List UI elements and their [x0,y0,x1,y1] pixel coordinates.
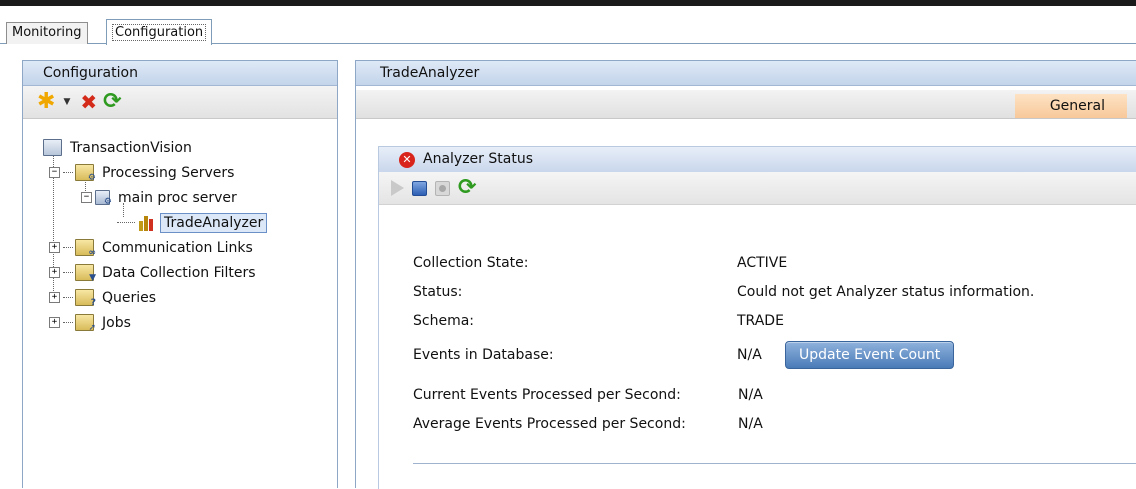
tab-monitoring-label: Monitoring [12,25,82,40]
tree-item-processing-servers[interactable]: − ⚙ Processing Servers [23,160,337,185]
schema-label: Schema: [413,313,475,329]
schema-value: TRADE [737,313,784,329]
tree-item-label: main proc server [118,189,237,206]
tree-connector [63,247,73,248]
stop-icon[interactable] [412,180,427,196]
analyzer-status-panel: ✕ Analyzer Status ⟳ Collection State: AC… [378,146,1136,489]
tree-item-label: Processing Servers [102,164,235,181]
tree-connector [63,172,73,173]
average-events-label: Average Events Processed per Second: [413,416,686,432]
tree-item-label: Queries [102,289,157,306]
server-icon: ⚙ [95,190,112,207]
error-icon: ✕ [399,151,415,168]
detail-panel-title: TradeAnalyzer [356,61,1136,86]
configuration-tree: TransactionVision − ⚙ Processing Servers… [23,119,337,335]
average-events-value: N/A [738,416,763,432]
configuration-panel: Configuration ✱ ▼ ✖ ⟳ TransactionVision … [22,60,338,488]
analyzer-status-header: ✕ Analyzer Status [379,147,1136,172]
expand-toggle[interactable]: + [49,242,60,253]
expand-toggle[interactable]: + [49,292,60,303]
folder-query-icon: ? [75,289,96,308]
tree-item-label: Data Collection Filters [102,264,256,281]
section-divider [413,463,1136,464]
analyzer-status-title: Analyzer Status [423,151,533,167]
status-value: Could not get Analyzer status informatio… [737,284,1035,300]
refresh-icon[interactable]: ⟳ [458,177,476,199]
tree-item-queries[interactable]: + ? Queries [23,285,337,310]
tree-item-main-proc-server[interactable]: − ⚙ main proc server [23,185,337,210]
collapse-toggle[interactable]: − [49,167,60,178]
tree-item-label: TransactionVision [70,139,192,156]
tree-item-tradeanalyzer[interactable]: TradeAnalyzer [23,210,337,235]
expand-toggle[interactable]: + [49,267,60,278]
tree-connector [63,322,73,323]
events-value: N/A [737,347,762,363]
delete-icon[interactable]: ✖ [80,92,97,112]
server-root-icon [43,139,62,156]
tree-item-data-collection-filters[interactable]: + ▼ Data Collection Filters [23,260,337,285]
start-icon[interactable] [391,180,404,196]
current-events-value: N/A [738,387,763,403]
tab-general[interactable]: General [1015,94,1127,118]
folder-filter-icon: ▼ [75,264,96,283]
analyzer-toolbar: ⟳ [379,172,1136,205]
update-event-count-button[interactable]: Update Event Count [785,341,955,369]
analyzer-chart-icon [137,214,155,231]
configuration-panel-title: Configuration [23,61,337,86]
tab-configuration[interactable]: Configuration [106,19,213,45]
record-icon[interactable] [435,180,450,196]
tab-monitoring[interactable]: Monitoring [6,22,88,44]
refresh-icon[interactable]: ⟳ [103,91,121,113]
configuration-toolbar: ✱ ▼ ✖ ⟳ [23,86,337,119]
tree-connector [117,222,135,223]
tab-configuration-label: Configuration [112,24,207,41]
events-label: Events in Database: [413,347,554,363]
new-item-icon[interactable]: ✱ [37,91,55,113]
collection-state-value: ACTIVE [737,255,788,271]
tab-general-label: General [1049,98,1105,114]
current-events-label: Current Events Processed per Second: [413,387,681,403]
folder-servers-icon: ⚙ [75,164,96,183]
dropdown-arrow-icon[interactable]: ▼ [63,97,70,107]
tree-connector [63,297,73,298]
expand-toggle[interactable]: + [49,317,60,328]
detail-panel: TradeAnalyzer General ✕ Analyzer Status … [355,60,1136,489]
tree-item-label: Jobs [102,314,131,331]
tree-item-label: TradeAnalyzer [160,212,268,233]
tree-connector [63,272,73,273]
window-top-border [0,0,1136,6]
status-label: Status: [413,284,463,300]
detail-subtab-bar: General [356,90,1136,119]
tree-item-transactionvision[interactable]: TransactionVision [23,135,337,160]
tree-item-label: Communication Links [102,239,253,256]
collapse-toggle[interactable]: − [81,192,92,203]
tree-item-communication-links[interactable]: + ∞ Communication Links [23,235,337,260]
tree-item-jobs[interactable]: + ➚ Jobs [23,310,337,335]
folder-links-icon: ∞ [75,239,96,258]
folder-jobs-icon: ➚ [75,314,96,333]
collection-state-label: Collection State: [413,255,529,271]
